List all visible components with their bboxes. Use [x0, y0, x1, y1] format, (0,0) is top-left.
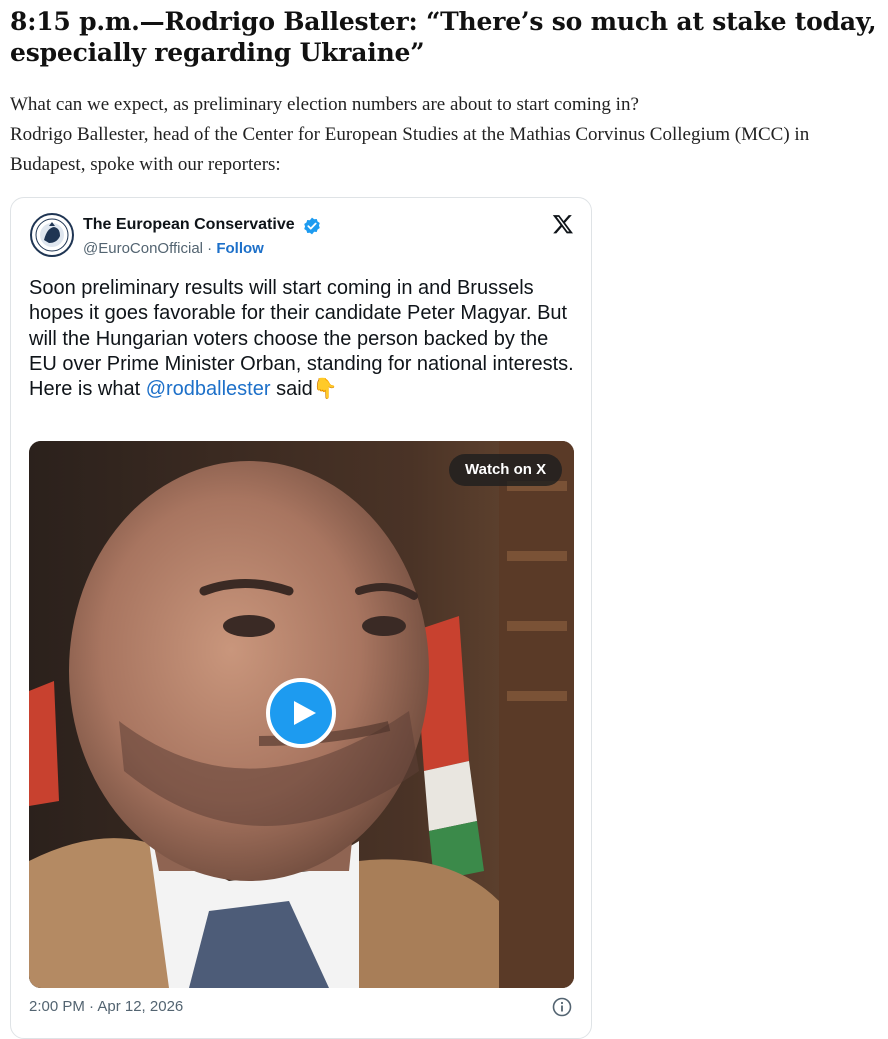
embedded-tweet[interactable]: The European Conservative @EuroConOffici…: [10, 197, 592, 1039]
info-icon[interactable]: [552, 997, 572, 1017]
watch-on-x-button[interactable]: Watch on X: [449, 454, 563, 486]
avatar[interactable]: [29, 212, 75, 258]
handle-separator: ·: [203, 240, 217, 257]
follow-button[interactable]: Follow: [216, 240, 264, 257]
play-button[interactable]: [266, 678, 336, 748]
article-headline: 8:15 p.m.—Rodrigo Ballester: “There’s so…: [10, 7, 877, 67]
x-logo-icon[interactable]: [552, 213, 574, 235]
account-handle-row: @EuroConOfficial · Follow: [83, 240, 264, 257]
play-icon: [294, 701, 316, 725]
tweet-text: Soon preliminary results will start comi…: [29, 276, 574, 402]
article-paragraph-2: Rodrigo Ballester, head of the Center fo…: [10, 124, 810, 175]
account-name[interactable]: The European Conservative: [83, 216, 295, 234]
verified-badge-icon: [304, 217, 320, 235]
video-thumbnail[interactable]: Watch on X: [29, 441, 574, 988]
tweet-timestamp[interactable]: 2:00 PM · Apr 12, 2026: [29, 998, 183, 1015]
mention-link[interactable]: @rodballester: [146, 378, 271, 400]
tweet-body: Soon preliminary results will start comi…: [29, 277, 574, 375]
article-paragraph-1: What can we expect, as preliminary elect…: [10, 94, 639, 115]
tweet-closing: Here is what @rodballester said👇: [29, 377, 574, 402]
account-handle[interactable]: @EuroConOfficial: [83, 240, 203, 257]
pointing-down-emoji: 👇: [312, 378, 338, 401]
closing-suffix: said: [270, 378, 313, 401]
closing-prefix: Here is what: [29, 378, 146, 401]
